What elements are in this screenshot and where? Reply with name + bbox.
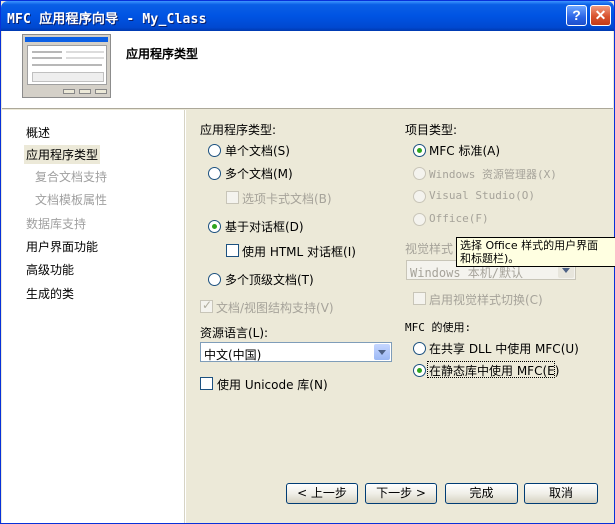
help-button[interactable]: ? <box>566 5 587 26</box>
office-label: Office(F) <box>429 212 489 225</box>
resource-language-select[interactable]: 中文(中国) <box>200 342 392 362</box>
multi-doc-label[interactable]: 多个文档(M) <box>225 165 293 182</box>
chevron-down-icon[interactable] <box>374 344 390 360</box>
tooltip: 选择 Office 样式的用户界面 和标题栏)。 <box>456 237 615 267</box>
radio-single-doc[interactable] <box>208 144 221 157</box>
radio-mfc-standard[interactable] <box>413 144 426 157</box>
wizard-nav: 概述 应用程序类型 复合文档支持 文档模板属性 数据库支持 用户界面功能 高级功… <box>2 110 184 523</box>
title-bar: MFC 应用程序向导 - My_Class ? ✕ <box>1 1 614 31</box>
windows-explorer-label: Windows 资源管理器(X) <box>429 168 557 181</box>
wizard-window: MFC 应用程序向导 - My_Class ? ✕ 应用程序类型 概述 应用程序… <box>0 0 615 524</box>
next-button[interactable]: 下一步 > <box>365 483 437 504</box>
finish-button[interactable]: 完成 <box>445 483 518 504</box>
radio-office <box>413 213 426 226</box>
visual-style-label: 视觉样式 <box>405 242 454 256</box>
prev-button[interactable]: < 上一步 <box>286 483 358 504</box>
radio-static-lib[interactable] <box>413 364 426 377</box>
close-button[interactable]: ✕ <box>590 5 611 26</box>
project-type-heading: 项目类型: <box>405 123 458 137</box>
nav-item-app-type[interactable]: 应用程序类型 <box>24 145 101 164</box>
unicode-label[interactable]: 使用 Unicode 库(N) <box>217 376 328 393</box>
nav-item-compound-doc: 复合文档支持 <box>35 170 108 184</box>
nav-item-ui-features[interactable]: 用户界面功能 <box>26 238 98 255</box>
radio-shared-dll[interactable] <box>413 342 426 355</box>
static-lib-label[interactable]: 在静态库中使用 MFC(E) <box>429 362 559 379</box>
radio-multi-doc[interactable] <box>208 167 221 180</box>
single-doc-label[interactable]: 单个文档(S) <box>225 142 290 159</box>
tooltip-line-2: 和标题栏)。 <box>460 252 520 265</box>
window-title: MFC 应用程序向导 - My_Class <box>7 12 207 27</box>
wizard-header: 应用程序类型 <box>2 31 613 109</box>
nav-item-overview[interactable]: 概述 <box>26 124 50 141</box>
resource-language-value: 中文(中国) <box>204 348 262 362</box>
dialog-based-label[interactable]: 基于对话框(D) <box>225 218 304 235</box>
radio-windows-explorer <box>413 167 426 180</box>
dialog-preview-image <box>22 34 111 98</box>
radio-dialog-based[interactable] <box>208 220 221 233</box>
unicode-checkbox[interactable] <box>200 377 213 390</box>
mfc-use-heading: MFC 的使用: <box>405 321 472 334</box>
page-title: 应用程序类型 <box>126 47 199 61</box>
shared-dll-label[interactable]: 在共享 DLL 中使用 MFC(U) <box>429 340 579 357</box>
visual-style-toggle-checkbox <box>413 292 426 305</box>
doc-view-checkbox <box>200 298 213 313</box>
tabbed-docs-label: 选项卡式文档(B) <box>242 192 332 206</box>
visual-studio-label: Visual Studio(O) <box>429 189 535 202</box>
nav-item-doc-template: 文档模板属性 <box>35 193 108 207</box>
mfc-standard-label[interactable]: MFC 标准(A) <box>429 142 500 159</box>
doc-view-label: 文档/视图结构支持(V) <box>216 301 334 315</box>
nav-item-advanced[interactable]: 高级功能 <box>26 261 74 278</box>
multi-top-level-label[interactable]: 多个顶级文档(T) <box>225 271 314 288</box>
tabbed-docs-checkbox <box>226 191 239 204</box>
cancel-button[interactable]: 取消 <box>524 483 598 504</box>
radio-multi-top-level[interactable] <box>208 273 221 286</box>
tooltip-line-1: 选择 Office 样式的用户界面 <box>460 239 599 252</box>
radio-visual-studio <box>413 190 426 203</box>
html-dialog-checkbox[interactable] <box>226 244 239 257</box>
app-type-heading: 应用程序类型: <box>200 123 277 137</box>
visual-style-toggle-label: 启用视觉样式切换(C) <box>429 293 543 307</box>
nav-item-generated-classes[interactable]: 生成的类 <box>26 285 74 302</box>
nav-item-database: 数据库支持 <box>26 217 87 231</box>
nav-divider <box>184 110 186 523</box>
html-dialog-label[interactable]: 使用 HTML 对话框(I) <box>242 243 356 260</box>
resource-language-label: 资源语言(L): <box>200 326 269 340</box>
